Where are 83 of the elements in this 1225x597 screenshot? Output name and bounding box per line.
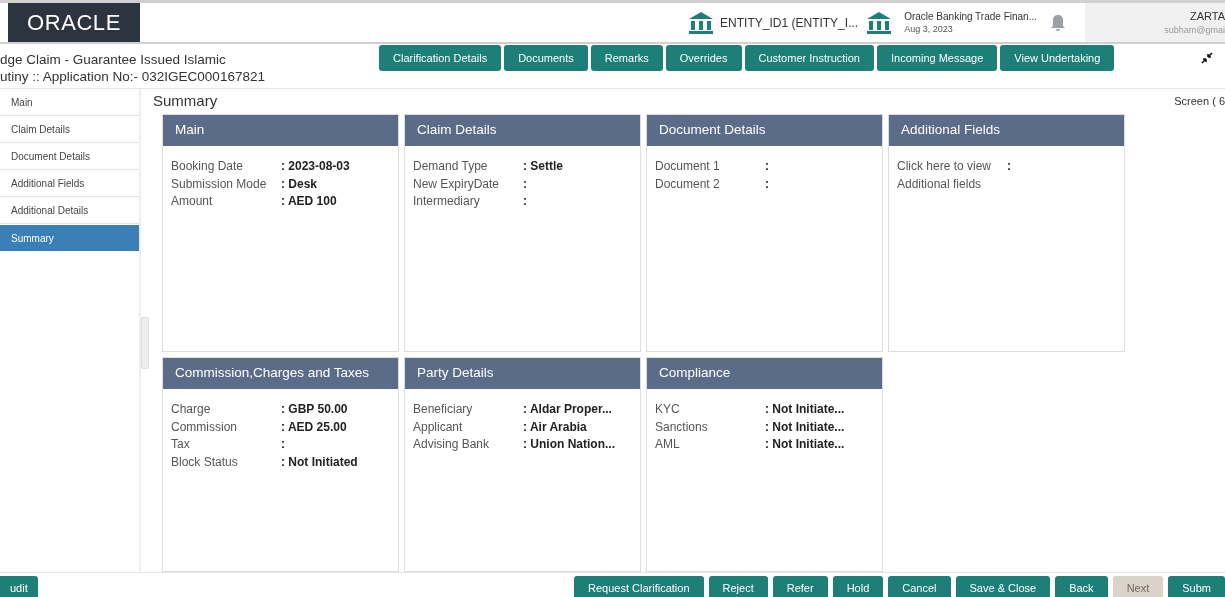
bank-icon	[688, 10, 715, 35]
action-button[interactable]: Save & Close	[955, 576, 1051, 597]
field-value: :	[765, 175, 769, 193]
tab-button[interactable]: Customer Instruction	[744, 45, 874, 71]
field-value: : Union Nation...	[523, 436, 615, 453]
field-label: Charge	[171, 401, 212, 418]
field-label: Booking Date	[171, 158, 245, 175]
field-label: New ExpiryDate	[413, 175, 501, 193]
field-value: : 2023-08-03	[281, 158, 350, 175]
field-label: Document 2	[655, 175, 721, 193]
user-name: ZARTA	[1189, 9, 1225, 23]
field-value: : Air Arabia	[523, 418, 587, 436]
field-label: Demand Type	[413, 158, 489, 175]
action-button[interactable]: Subm	[1168, 576, 1225, 597]
card-title[interactable]: Additional Fields	[889, 115, 1124, 146]
field-value: : AED 25.00	[281, 418, 347, 436]
entity-label: ENTITY_ID1 (ENTITY_I...	[720, 14, 859, 32]
field-label: Block Status	[171, 453, 239, 471]
tab-button[interactable]: Incoming Message	[877, 45, 998, 71]
field-label: Commission	[171, 418, 238, 436]
field-value: : Not Initiated	[281, 453, 358, 471]
field-label: Intermediary	[413, 193, 481, 210]
tab-button[interactable]: Remarks	[590, 45, 663, 71]
card-title[interactable]: Compliance	[647, 358, 882, 389]
action-button[interactable]: Reject	[708, 576, 768, 597]
sidebar-item[interactable]: Main	[0, 90, 139, 116]
field-value: :	[523, 193, 527, 210]
card-title[interactable]: Document Details	[647, 115, 882, 146]
field-value: : Desk	[281, 175, 318, 193]
field-value: : Aldar Proper...	[523, 401, 612, 418]
oracle-logo: ORACLE	[8, 3, 140, 42]
user-panel[interactable]: ZARTA subham@gmai	[1085, 3, 1225, 42]
branch-date: Aug 3, 2023	[904, 22, 954, 36]
field-label: Amount	[171, 193, 214, 210]
action-button[interactable]: Back	[1055, 576, 1108, 597]
field-value: : Not Initiate...	[765, 436, 845, 453]
field-label: Advising Bank	[413, 436, 491, 453]
field-value: : Settle	[523, 158, 563, 175]
resize-handle[interactable]	[141, 317, 149, 369]
tab-button[interactable]: View Undertaking	[1000, 45, 1115, 71]
collapse-icon[interactable]	[1201, 52, 1213, 64]
sidebar-item[interactable]: Additional Details	[0, 198, 139, 224]
action-button[interactable]: Hold	[832, 576, 884, 597]
sidebar-item[interactable]: Additional Fields	[0, 171, 139, 197]
tab-button[interactable]: Overrides	[665, 45, 742, 71]
section-heading: Summary	[153, 91, 218, 112]
field-value: : Not Initiate...	[765, 401, 845, 418]
field-label: Document 1	[655, 158, 721, 175]
user-email: subham@gmai	[1164, 24, 1225, 37]
card-title[interactable]: Main	[163, 115, 398, 146]
field-value: :	[1007, 158, 1011, 175]
field-label: Submission Mode	[171, 175, 268, 193]
action-button[interactable]: Request Clarification	[574, 576, 704, 597]
branch-name: Oracle Banking Trade Finan...	[904, 9, 1037, 23]
field-value: :	[765, 158, 769, 175]
tab-button[interactable]: Documents	[504, 45, 588, 71]
field-label: Applicant	[413, 418, 464, 436]
field-value: : Not Initiate...	[765, 418, 845, 436]
sidebar-item[interactable]: Document Details	[0, 144, 139, 170]
audit-button[interactable]: udit	[0, 576, 38, 597]
application-number: utiny :: Application No:- 032IGEC000167821	[0, 68, 266, 85]
field-label: Beneficiary	[413, 401, 474, 418]
action-button[interactable]: Cancel	[888, 576, 951, 597]
bank-icon	[866, 10, 893, 35]
card-title[interactable]: Claim Details	[405, 115, 640, 146]
page-title: dge Claim - Guarantee Issued Islamic	[0, 51, 227, 68]
field-label: Tax	[171, 436, 191, 453]
card-title[interactable]: Party Details	[405, 358, 640, 389]
action-button[interactable]: Refer	[772, 576, 828, 597]
field-label: AML	[655, 436, 681, 453]
field-label: Sanctions	[655, 418, 709, 436]
field-value: :	[281, 436, 285, 453]
tab-button[interactable]: Clarification Details	[379, 45, 502, 71]
notification-bell-icon[interactable]	[1051, 13, 1065, 32]
field-value: : GBP 50.00	[281, 401, 348, 418]
sidebar-item[interactable]: Claim Details	[0, 117, 139, 143]
sidebar-item[interactable]: Summary	[0, 225, 139, 251]
card-title[interactable]: Commission,Charges and Taxes	[163, 358, 398, 389]
field-label: KYC	[655, 401, 681, 418]
screen-indicator: Screen ( 6	[1174, 94, 1225, 110]
field-value: : AED 100	[281, 193, 337, 210]
field-label: Click here to view Additional fields	[897, 158, 993, 193]
field-value: :	[523, 175, 527, 193]
